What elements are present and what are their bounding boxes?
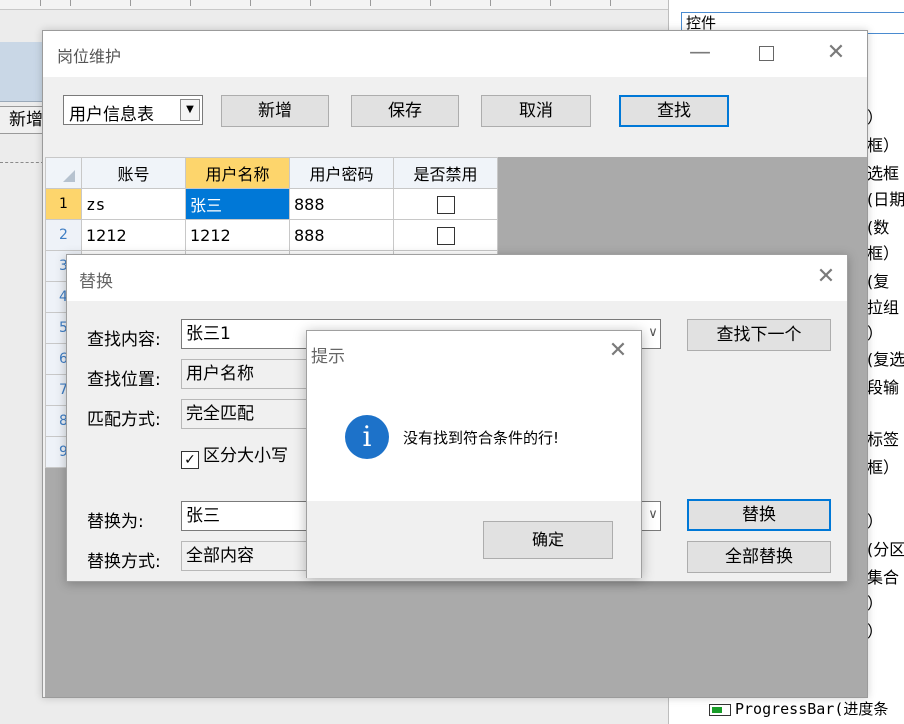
- control-item[interactable]: ）: [867, 590, 883, 614]
- replace-dialog-titlebar: 替换 ✕: [67, 255, 847, 301]
- control-item-progressbar[interactable]: ProgressBar(进度条: [709, 698, 888, 719]
- designer-dashed-line: [0, 162, 44, 163]
- control-item[interactable]: (分区: [867, 536, 904, 560]
- control-item[interactable]: (数: [867, 214, 889, 238]
- column-header-password[interactable]: 用户密码: [289, 157, 394, 189]
- cell-account[interactable]: 1212: [81, 219, 186, 251]
- control-item[interactable]: (日期: [867, 186, 904, 210]
- replace-all-button[interactable]: 全部替换: [687, 541, 831, 573]
- control-item[interactable]: 段输: [867, 374, 899, 398]
- message-box-footer: 确定: [307, 501, 641, 578]
- chevron-down-icon[interactable]: ▼: [180, 99, 200, 121]
- cell-disabled[interactable]: [393, 219, 498, 251]
- control-item[interactable]: 集合: [867, 564, 899, 588]
- replace-with-label: 替换为:: [87, 512, 144, 532]
- cell-username[interactable]: 张三: [185, 188, 290, 220]
- cell-password[interactable]: 888: [289, 188, 394, 220]
- ok-button[interactable]: 确定: [483, 521, 613, 559]
- control-item[interactable]: 框）: [867, 454, 899, 478]
- cell-account[interactable]: zs: [81, 188, 186, 220]
- disabled-checkbox[interactable]: [436, 226, 455, 245]
- case-sensitive-checkbox[interactable]: ✓ 区分大小写: [181, 441, 288, 469]
- row-header[interactable]: 1: [45, 188, 82, 220]
- control-item[interactable]: ）: [867, 508, 883, 532]
- close-icon[interactable]: ✕: [811, 263, 841, 293]
- designer-ruler: [0, 0, 668, 10]
- replace-mode-label: 替换方式:: [87, 552, 161, 572]
- find-content-label: 查找内容:: [87, 330, 161, 350]
- main-window-titlebar: 岗位维护 — ✕: [43, 31, 867, 77]
- find-next-button[interactable]: 查找下一个: [687, 319, 831, 351]
- column-header-username[interactable]: 用户名称: [185, 157, 290, 189]
- replace-button[interactable]: 替换: [687, 499, 831, 531]
- control-item[interactable]: 拉组: [867, 294, 899, 318]
- maximize-icon[interactable]: [751, 39, 781, 69]
- table-row[interactable]: 1 zs 张三 888: [45, 188, 498, 220]
- match-mode-label: 匹配方式:: [87, 410, 161, 430]
- background-new-button[interactable]: 新增: [0, 106, 44, 134]
- case-sensitive-label: 区分大小写: [203, 446, 288, 466]
- main-window-title: 岗位维护: [57, 47, 122, 66]
- table-select[interactable]: 用户信息表 ▼: [63, 95, 203, 125]
- control-item[interactable]: (复选: [867, 346, 904, 370]
- control-item[interactable]: ）: [867, 320, 883, 344]
- message-text: 没有找到符合条件的行!: [403, 429, 560, 447]
- table-select-value: 用户信息表: [69, 105, 154, 125]
- disabled-checkbox[interactable]: [436, 195, 455, 214]
- cell-disabled[interactable]: [393, 188, 498, 220]
- cancel-button[interactable]: 取消: [481, 95, 591, 127]
- progressbar-icon: [709, 703, 731, 716]
- control-item[interactable]: 框）: [867, 240, 899, 264]
- cell-password[interactable]: 888: [289, 219, 394, 251]
- check-icon[interactable]: ✓: [181, 451, 199, 469]
- control-item[interactable]: ）: [867, 104, 883, 128]
- minimize-icon[interactable]: —: [685, 39, 715, 69]
- grid-corner[interactable]: [45, 157, 82, 189]
- chevron-down-icon[interactable]: ∨: [645, 319, 661, 349]
- find-location-select[interactable]: 用户名称: [181, 359, 311, 389]
- control-item[interactable]: 标签: [867, 426, 899, 450]
- find-button[interactable]: 查找: [619, 95, 729, 127]
- table-row[interactable]: 2 1212 1212 888: [45, 219, 498, 251]
- close-icon[interactable]: ✕: [603, 337, 633, 367]
- column-header-account[interactable]: 账号: [81, 157, 186, 189]
- designer-toolbar-strip: [0, 42, 44, 102]
- control-item[interactable]: 选框: [867, 160, 899, 184]
- column-header-disabled[interactable]: 是否禁用: [393, 157, 498, 189]
- close-icon[interactable]: ✕: [821, 39, 851, 69]
- match-mode-select[interactable]: 完全匹配: [181, 399, 311, 429]
- info-icon: i: [345, 415, 389, 459]
- grid-header-row: 账号 用户名称 用户密码 是否禁用: [45, 157, 498, 189]
- save-button[interactable]: 保存: [351, 95, 459, 127]
- cell-username[interactable]: 1212: [185, 219, 290, 251]
- message-box: 提示 ✕ i 没有找到符合条件的行! 确定: [306, 330, 642, 578]
- add-button[interactable]: 新增: [221, 95, 329, 127]
- replace-mode-select[interactable]: 全部内容: [181, 541, 311, 571]
- row-header[interactable]: 2: [45, 219, 82, 251]
- progressbar-label: ProgressBar(进度条: [735, 700, 889, 718]
- control-item[interactable]: (复: [867, 268, 889, 292]
- chevron-down-icon[interactable]: ∨: [645, 501, 661, 531]
- find-location-label: 查找位置:: [87, 370, 161, 390]
- control-item[interactable]: 框）: [867, 132, 899, 156]
- message-box-title: 提示: [311, 347, 345, 367]
- replace-dialog-title: 替换: [79, 272, 113, 292]
- control-item[interactable]: ）: [867, 618, 883, 642]
